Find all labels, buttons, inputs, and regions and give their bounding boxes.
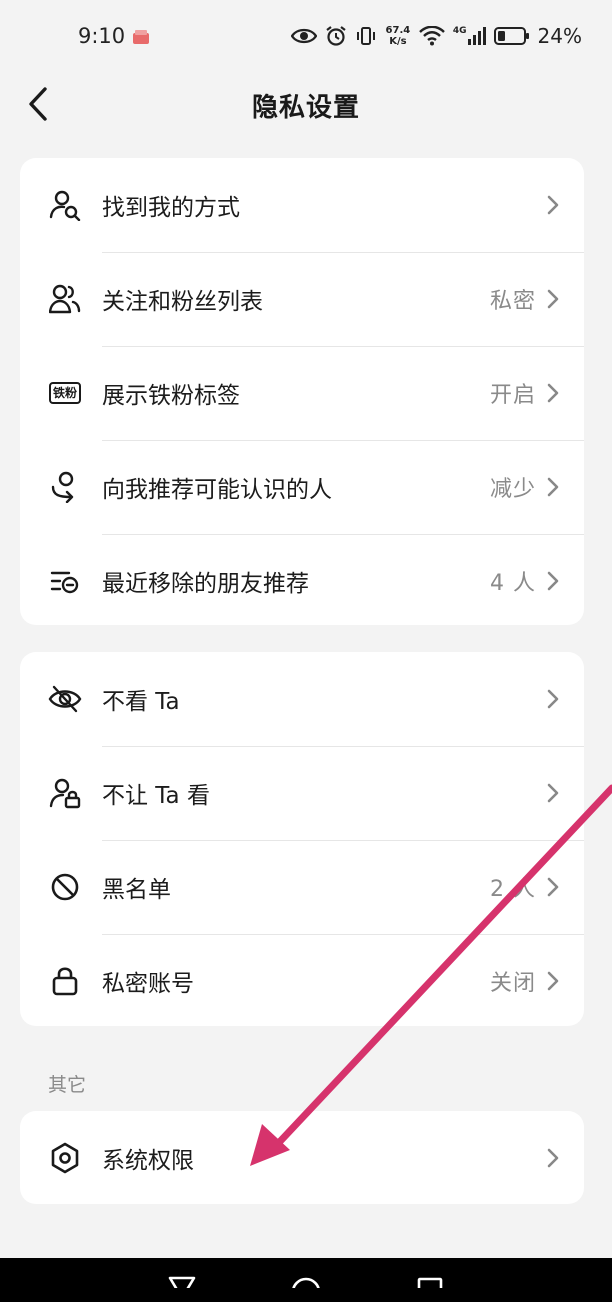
chevron-right-icon: [546, 652, 584, 746]
network-speed-unit: K/s: [389, 36, 407, 47]
row-value: 开启: [489, 383, 536, 408]
chevron-right-icon: [546, 346, 584, 440]
chevron-right-icon: [546, 534, 584, 628]
nav-back-button[interactable]: [162, 1258, 202, 1302]
network-speed: 67.4 K/s: [385, 25, 411, 47]
row-label: 最近移除的朋友推荐: [102, 571, 309, 597]
row-label: 找到我的方式: [102, 195, 240, 221]
battery-icon: [493, 26, 530, 46]
nav-home-button[interactable]: [286, 1258, 326, 1302]
back-button[interactable]: [18, 84, 58, 124]
eye-off-icon: [20, 652, 102, 746]
row-label: 私密账号: [102, 971, 194, 997]
circle-home-icon: [292, 1277, 320, 1288]
network-type: 4G: [452, 26, 467, 36]
row-label: 黑名单: [102, 877, 171, 903]
chevron-right-icon: [546, 840, 584, 934]
section-label-other: 其它: [48, 1074, 87, 1096]
lock-icon: [20, 934, 102, 1028]
removed-list-icon: [20, 534, 102, 628]
row-label: 展示铁粉标签: [102, 383, 240, 409]
row-label: 系统权限: [102, 1147, 194, 1174]
cellular-signal-icon: 4G: [453, 26, 486, 46]
app-notification-icon: [131, 27, 151, 45]
eye-comfort-icon: [290, 27, 317, 45]
settings-row-follow-list[interactable]: 关注和粉丝列表 私密: [20, 252, 584, 346]
row-label: 不看 Ta: [102, 689, 180, 715]
nav-recents-button[interactable]: [410, 1258, 450, 1302]
chevron-right-icon: [546, 934, 584, 1028]
chevron-right-icon: [546, 158, 584, 252]
settings-row-private-account[interactable]: 私密账号 关闭: [20, 934, 584, 1028]
chevron-right-icon: [546, 440, 584, 534]
card-system: 系统权限: [20, 1111, 584, 1204]
card-visibility: 不看 Ta 不让 Ta 看 黑名单 2 人 私密账号 关闭: [20, 652, 584, 1026]
card-social-discovery: 找到我的方式 关注和粉丝列表 私密 铁粉 展示铁粉标签 开启 向我推荐可能认识的…: [20, 158, 584, 625]
settings-row-blacklist[interactable]: 黑名单 2 人: [20, 840, 584, 934]
row-value: 2 人: [490, 877, 536, 902]
chevron-left-icon: [29, 87, 47, 121]
row-value: 私密: [489, 289, 536, 314]
row-label: 关注和粉丝列表: [102, 289, 263, 315]
people-icon: [20, 252, 102, 346]
hexagon-settings-icon: [20, 1111, 102, 1204]
row-value: 减少: [489, 477, 536, 502]
settings-row-removed-friends[interactable]: 最近移除的朋友推荐 4 人: [20, 534, 584, 628]
person-search-icon: [20, 158, 102, 252]
person-lock-icon: [20, 746, 102, 840]
settings-row-hide-my-posts[interactable]: 不让 Ta 看: [20, 746, 584, 840]
wifi-icon: [419, 26, 445, 46]
row-value: 关闭: [489, 971, 536, 996]
page-title: 隐私设置: [251, 92, 360, 123]
block-icon: [20, 840, 102, 934]
settings-row-system-permissions[interactable]: 系统权限: [20, 1111, 584, 1204]
settings-row-recommend[interactable]: 向我推荐可能认识的人 减少: [20, 440, 584, 534]
status-time-group: 9:10: [78, 24, 151, 48]
page-header: 隐私设置: [0, 72, 612, 138]
system-nav-bar: [0, 1258, 612, 1302]
battery-percent: 24%: [537, 24, 582, 48]
fan-badge-icon: 铁粉: [20, 346, 102, 440]
settings-row-hide-their-posts[interactable]: 不看 Ta: [20, 652, 584, 746]
row-value: 4 人: [490, 571, 536, 596]
alarm-icon: [325, 25, 347, 47]
square-recents-icon: [417, 1277, 443, 1288]
settings-row-find-me[interactable]: 找到我的方式: [20, 158, 584, 252]
chevron-right-icon: [546, 1111, 584, 1204]
fan-badge-text: 铁粉: [48, 382, 81, 404]
recommend-person-icon: [20, 440, 102, 534]
chevron-right-icon: [546, 252, 584, 346]
network-speed-value: 67.4: [385, 25, 411, 36]
row-label: 不让 Ta 看: [102, 783, 210, 809]
status-time: 9:10: [78, 24, 126, 48]
triangle-back-icon: [168, 1276, 196, 1288]
row-label: 向我推荐可能认识的人: [102, 477, 332, 503]
status-bar: 9:10 67.4 K/s 4G 24%: [0, 0, 612, 72]
settings-row-fan-badge[interactable]: 铁粉 展示铁粉标签 开启: [20, 346, 584, 440]
vibrate-icon: [355, 25, 377, 47]
status-icons: 67.4 K/s 4G 24%: [290, 24, 582, 48]
chevron-right-icon: [546, 746, 584, 840]
